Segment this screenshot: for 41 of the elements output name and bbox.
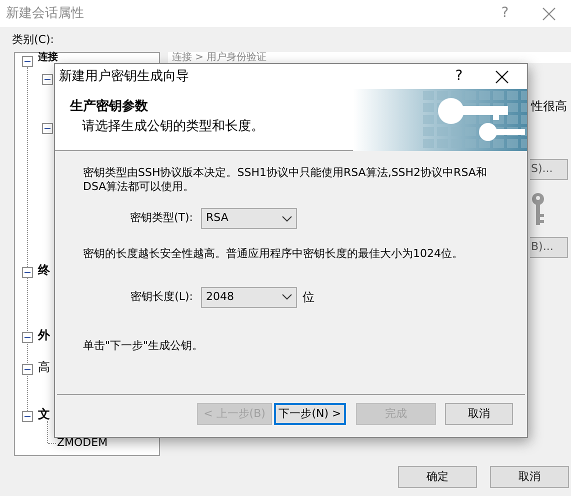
- browse-button[interactable]: S)...: [530, 159, 568, 180]
- key-length-select[interactable]: 2048: [201, 286, 297, 308]
- collapse-icon[interactable]: [22, 265, 33, 276]
- panel-title: 连接 > 用户身份验证: [168, 52, 571, 63]
- collapse-icon[interactable]: [22, 54, 33, 65]
- ok-button[interactable]: 确定: [398, 466, 477, 488]
- key-type-select[interactable]: RSA: [201, 208, 297, 229]
- tree-item[interactable]: 外: [38, 328, 50, 342]
- wizard-button[interactable]: 下一步(N) >: [274, 403, 346, 425]
- window-title: 新建会话属性: [6, 4, 85, 23]
- caret-icon: [282, 294, 292, 300]
- field-label: 密钥类型(T):: [128, 210, 193, 226]
- collapse-icon[interactable]: [42, 72, 53, 83]
- tree-item[interactable]: 终: [38, 263, 50, 277]
- select-value: 2048: [206, 288, 234, 305]
- description-text: 密钥的长度越长安全性越高。普通应用程序中密钥长度的最佳大小为1024位。: [83, 246, 464, 262]
- cancel-button[interactable]: 取消: [490, 466, 569, 488]
- select-value: RSA: [206, 210, 228, 226]
- unit-label: 位: [302, 289, 314, 306]
- collapse-icon[interactable]: [22, 362, 33, 373]
- wizard-subheading: 请选择生成公钥的类型和长度。: [82, 118, 265, 136]
- window-title: 新建用户密钥生成向导: [59, 68, 190, 86]
- key-icon: [531, 192, 545, 226]
- browse-button[interactable]: B)...: [530, 237, 568, 258]
- wizard-heading: 生产密钥参数: [70, 98, 149, 116]
- collapse-icon[interactable]: [42, 121, 53, 132]
- collapse-icon[interactable]: [22, 409, 33, 420]
- tree-item[interactable]: 连接: [38, 52, 58, 63]
- hint-text: 单击"下一步"生成公钥。: [83, 338, 204, 354]
- collapse-icon[interactable]: [22, 330, 33, 341]
- tree-item[interactable]: 文: [38, 407, 50, 421]
- tree-item[interactable]: 高: [38, 360, 50, 374]
- intro-text: 密钥类型由SSH协议版本决定。SSH1协议中只能使用RSA算法,SSH2协议中RSA和DSA算法都可以使用。: [83, 166, 488, 194]
- caret-icon: [282, 216, 292, 222]
- description-text: 性很高: [531, 98, 567, 115]
- category-label: 类别(C):: [12, 32, 54, 48]
- close-icon[interactable]: [495, 70, 509, 84]
- tree-item[interactable]: ZMODEM: [57, 436, 108, 450]
- help-button[interactable]: ?: [437, 66, 481, 87]
- wizard-button[interactable]: 取消: [445, 403, 513, 425]
- field-label: 密钥长度(L):: [130, 288, 193, 305]
